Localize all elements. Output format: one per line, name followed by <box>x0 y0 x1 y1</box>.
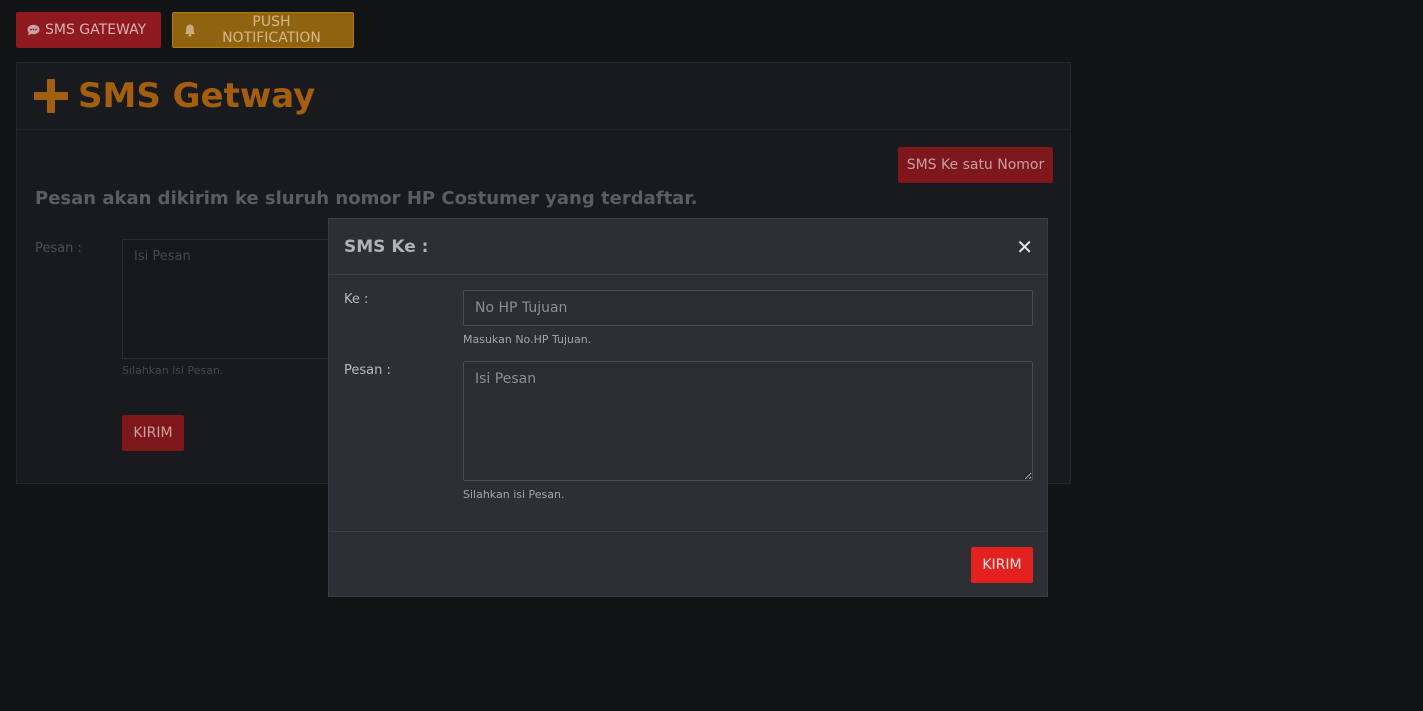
plus-icon <box>34 79 68 113</box>
page: SMS GATEWAY PUSH NOTIFICATION SMS Getway… <box>0 0 1423 711</box>
modal-header: SMS Ke : ✕ <box>329 219 1047 275</box>
sms-single-number-button[interactable]: SMS Ke satu Nomor <box>898 147 1053 183</box>
modal-title: SMS Ke : <box>344 236 429 257</box>
phone-number-help: Masukan No.HP Tujuan. <box>463 333 592 346</box>
sms-gateway-label: SMS GATEWAY <box>45 22 147 38</box>
phone-number-input[interactable] <box>463 290 1033 326</box>
broadcast-message-help: Silahkan isi Pesan. <box>122 364 224 377</box>
bell-icon <box>184 24 196 37</box>
close-icon[interactable]: ✕ <box>1016 237 1033 257</box>
send-button[interactable]: KIRIM <box>971 547 1033 583</box>
page-title: SMS Getway <box>78 76 316 116</box>
broadcast-submit-button[interactable]: KIRIM <box>122 415 184 451</box>
ke-label: Ke : <box>344 292 369 307</box>
chat-icon <box>27 24 40 36</box>
push-notification-label: PUSH NOTIFICATION <box>222 14 321 46</box>
broadcast-description: Pesan akan dikirim ke sluruh nomor HP Co… <box>35 188 698 209</box>
pesan-label: Pesan : <box>344 363 391 378</box>
push-notification-button[interactable]: PUSH NOTIFICATION <box>172 12 354 48</box>
sms-modal: SMS Ke : ✕ Ke : Masukan No.HP Tujuan. Pe… <box>328 218 1048 597</box>
sms-gateway-button[interactable]: SMS GATEWAY <box>16 12 161 48</box>
card-header: SMS Getway <box>17 63 1070 130</box>
modal-footer: KIRIM <box>329 531 1047 597</box>
pesan-label: Pesan : <box>35 241 82 256</box>
message-help: Silahkan isi Pesan. <box>463 488 565 501</box>
message-textarea[interactable] <box>463 361 1033 481</box>
